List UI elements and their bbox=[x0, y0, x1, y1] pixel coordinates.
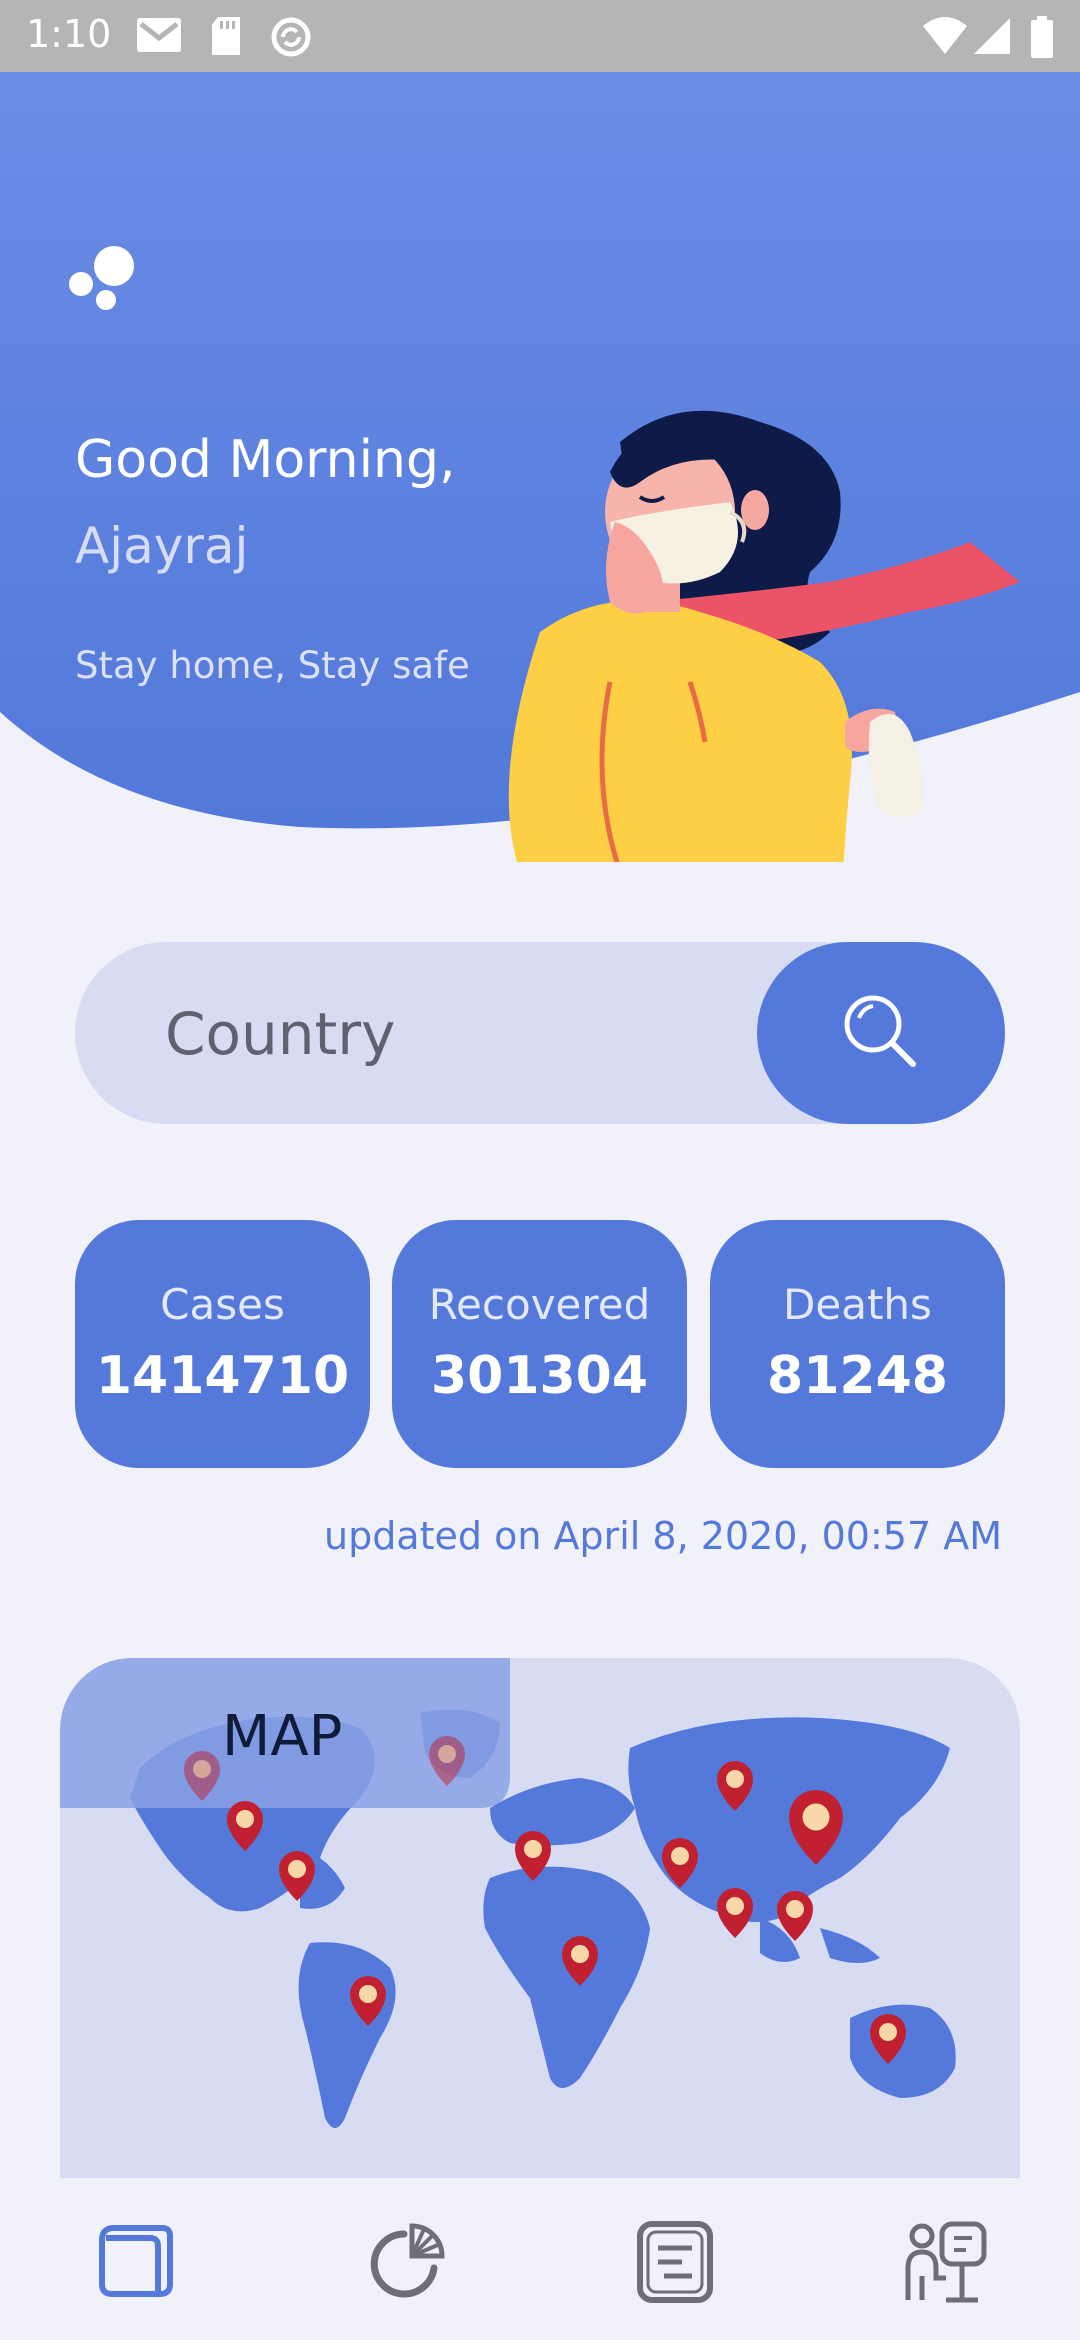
tagline-text: Stay home, Stay safe bbox=[75, 644, 470, 687]
sd-card-icon bbox=[212, 17, 240, 55]
status-time: 1:10 bbox=[26, 12, 112, 56]
stat-card-recovered: Recovered 301304 bbox=[392, 1220, 687, 1468]
battery-icon bbox=[1031, 16, 1053, 58]
search-button[interactable] bbox=[757, 942, 1005, 1124]
signal-icon bbox=[974, 18, 1010, 54]
nav-home[interactable] bbox=[92, 2216, 182, 2306]
search-icon bbox=[844, 995, 916, 1067]
stat-label: Recovered bbox=[428, 1280, 651, 1329]
stat-label: Cases bbox=[160, 1280, 285, 1329]
updated-timestamp: updated on April 8, 2020, 00:57 AM bbox=[323, 1514, 1002, 1558]
doctor-info-icon bbox=[905, 2221, 987, 2303]
world-map-card[interactable]: MAP bbox=[60, 1658, 1020, 2178]
gmail-icon bbox=[137, 18, 181, 52]
bottom-navigation bbox=[0, 2178, 1080, 2340]
sync-icon bbox=[271, 17, 311, 57]
news-list-icon bbox=[637, 2221, 713, 2303]
wifi-icon bbox=[923, 17, 967, 54]
stat-value: 301304 bbox=[430, 1346, 649, 1406]
user-name: Ajayraj bbox=[75, 517, 249, 575]
greeting-text: Good Morning, bbox=[75, 430, 456, 490]
world-map bbox=[60, 1658, 956, 2128]
app-logo-icon bbox=[69, 246, 134, 310]
stat-card-deaths: Deaths 81248 bbox=[710, 1220, 1005, 1468]
stat-card-cases: Cases 1414710 bbox=[75, 1220, 370, 1468]
stat-value: 1414710 bbox=[95, 1346, 350, 1406]
country-search-bar[interactable]: Country bbox=[75, 942, 1005, 1124]
header-banner: Good Morning, Ajayraj Stay home, Stay sa… bbox=[0, 72, 1080, 862]
pie-chart-icon bbox=[370, 2223, 445, 2298]
stat-label: Deaths bbox=[783, 1280, 932, 1329]
nav-news[interactable] bbox=[630, 2216, 720, 2306]
search-input[interactable]: Country bbox=[165, 1000, 395, 1068]
home-cube-icon bbox=[99, 2225, 173, 2297]
nav-info[interactable] bbox=[902, 2216, 992, 2306]
map-title: MAP bbox=[222, 1704, 343, 1769]
status-bar: 1:10 bbox=[0, 0, 1080, 72]
nav-statistics[interactable] bbox=[362, 2216, 452, 2306]
masked-woman-illustration bbox=[508, 410, 1020, 862]
stat-value: 81248 bbox=[767, 1346, 948, 1406]
